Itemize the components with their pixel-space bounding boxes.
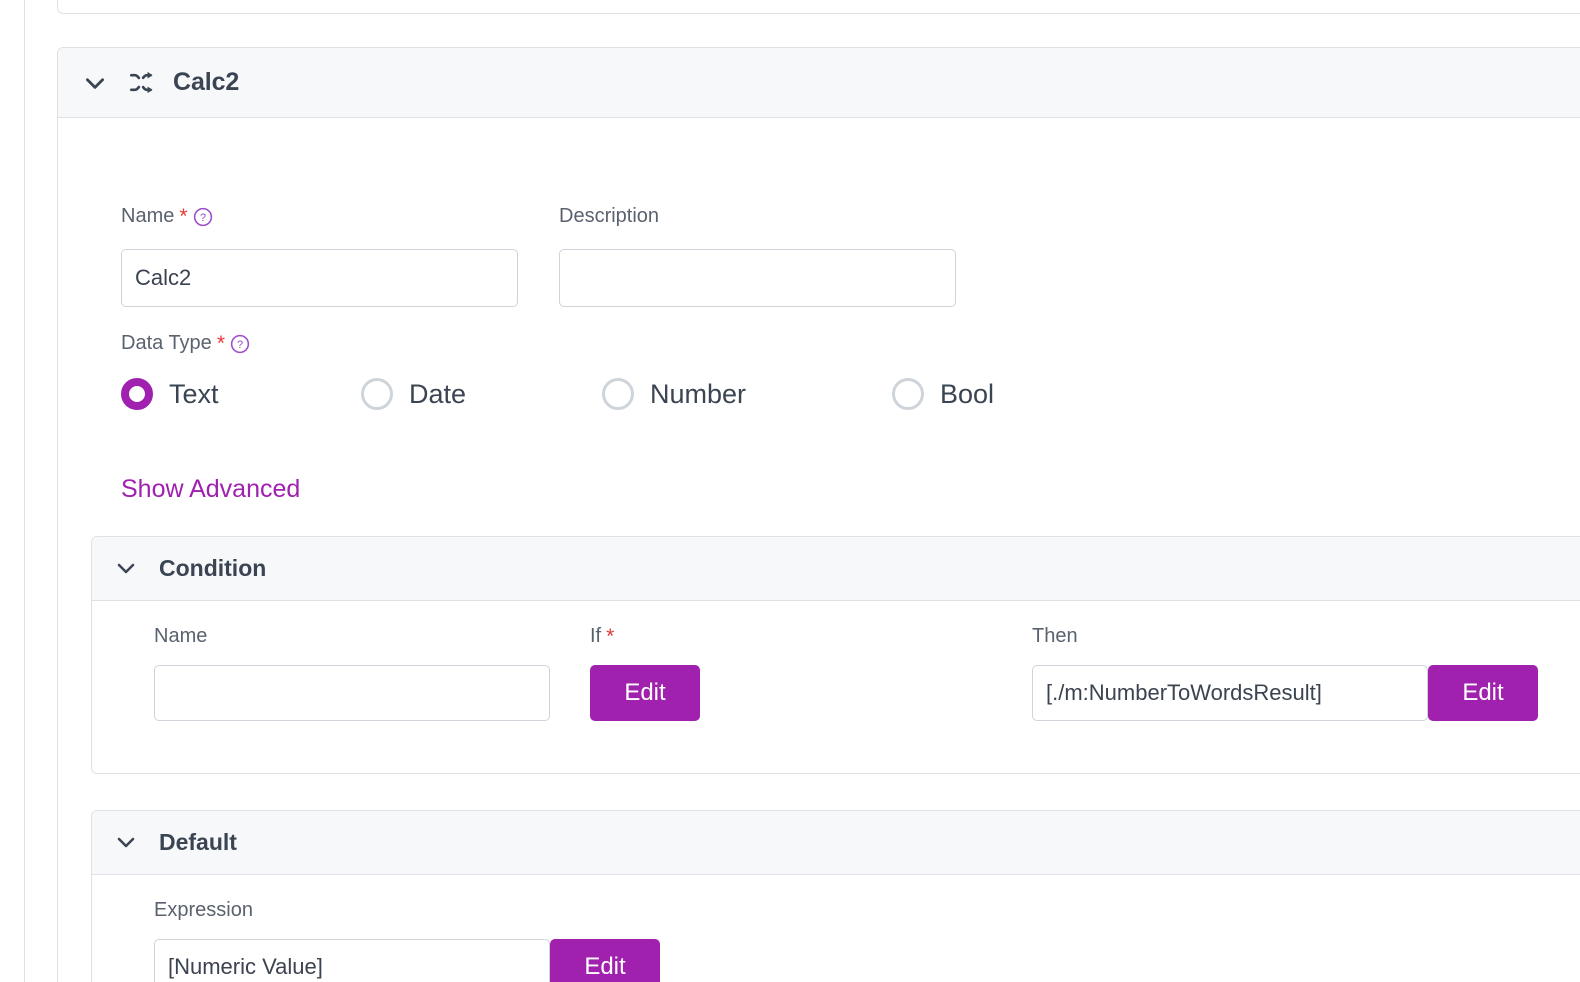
default-section-header[interactable]: Default <box>92 811 1580 875</box>
chevron-down-icon[interactable] <box>114 830 140 856</box>
name-input[interactable] <box>121 249 518 307</box>
data-type-label: Data Type <box>121 332 212 354</box>
radio-indicator-text[interactable] <box>121 378 153 410</box>
condition-if-required-marker: * <box>606 625 615 648</box>
default-section-body: Expression Edit <box>92 875 1580 982</box>
condition-section-title: Condition <box>159 555 267 581</box>
help-circle-icon[interactable]: ? <box>193 207 213 227</box>
condition-if-label: If <box>590 625 602 647</box>
condition-then-input[interactable] <box>1032 665 1428 721</box>
description-label: Description <box>559 205 660 227</box>
radio-option-bool[interactable]: Bool <box>892 378 994 410</box>
chevron-down-icon[interactable] <box>114 556 140 582</box>
description-input[interactable] <box>559 249 956 307</box>
radio-option-number[interactable]: Number <box>602 378 892 410</box>
chevron-down-icon[interactable] <box>82 70 108 96</box>
calculation-editor-page: Calc2 Name * ? Description <box>0 0 1580 982</box>
expression-edit-button[interactable]: Edit <box>550 939 660 982</box>
default-section-title: Default <box>159 829 237 855</box>
shuffle-icon <box>128 69 155 96</box>
condition-if-edit-button[interactable]: Edit <box>590 665 700 721</box>
radio-indicator-number[interactable] <box>602 378 634 410</box>
data-type-radio-group: Text Date Number Bool <box>121 378 994 410</box>
default-section: Default Expression Edit <box>91 810 1580 982</box>
condition-name-label-group: Name <box>154 625 207 648</box>
radio-option-date[interactable]: Date <box>361 378 602 410</box>
calc2-panel-header[interactable]: Calc2 <box>58 48 1580 118</box>
expression-label-group: Expression <box>154 899 253 922</box>
radio-label-date: Date <box>409 378 467 409</box>
condition-then-edit-button[interactable]: Edit <box>1428 665 1538 721</box>
radio-label-bool: Bool <box>940 378 995 409</box>
expression-input[interactable] <box>154 939 550 982</box>
condition-then-label-group: Then <box>1032 625 1078 648</box>
radio-option-text[interactable]: Text <box>121 378 361 410</box>
condition-section-body: Name If * Edit Then Edit <box>92 601 1580 774</box>
radio-label-number: Number <box>650 378 747 409</box>
data-type-label-group: Data Type * ? <box>121 332 250 355</box>
name-label-group: Name * ? <box>121 205 213 228</box>
condition-if-label-group: If * <box>590 625 614 648</box>
condition-section: Condition Name If * Edit Then [./m:Numbe… <box>91 536 1580 774</box>
previous-panel-partial <box>57 0 1580 14</box>
data-type-required-marker: * <box>216 332 225 355</box>
description-label-group: Description <box>559 205 659 228</box>
calc2-panel: Calc2 Name * ? Description <box>57 47 1580 982</box>
radio-indicator-bool[interactable] <box>892 378 924 410</box>
expression-label: Expression <box>154 899 253 921</box>
help-circle-icon[interactable]: ? <box>230 334 250 354</box>
condition-name-input[interactable] <box>154 665 550 721</box>
condition-name-label: Name <box>154 625 208 647</box>
tree-indent-guide <box>24 0 25 982</box>
svg-text:?: ? <box>237 339 243 351</box>
page-title: Calc2 <box>173 68 240 96</box>
name-required-marker: * <box>179 205 188 228</box>
name-label: Name <box>121 205 175 227</box>
condition-then-label: Then <box>1032 625 1078 647</box>
radio-indicator-date[interactable] <box>361 378 393 410</box>
svg-text:?: ? <box>200 212 206 224</box>
show-advanced-link[interactable]: Show Advanced <box>121 475 300 504</box>
radio-label-text: Text <box>169 378 219 409</box>
condition-section-header[interactable]: Condition <box>92 537 1580 601</box>
